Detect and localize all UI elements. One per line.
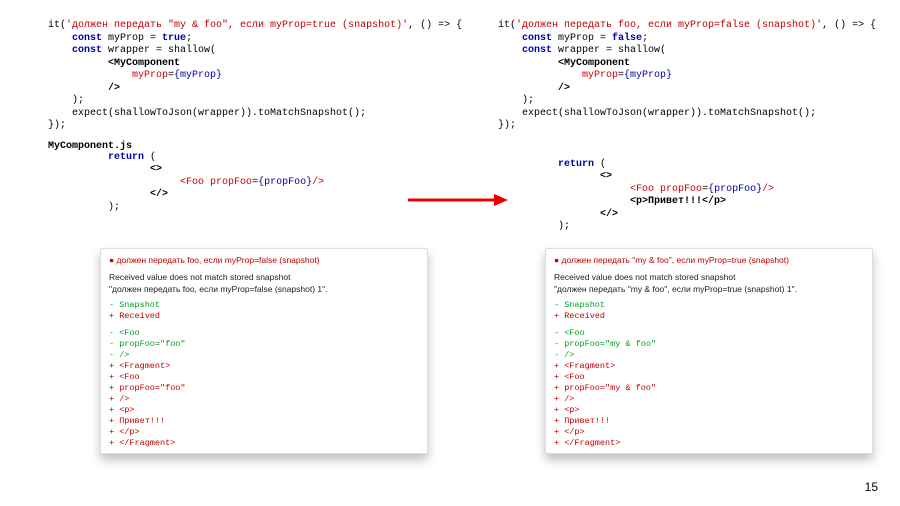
end-brace: }); <box>498 120 516 131</box>
diff-line: + propFoo="my & foo" <box>554 383 864 394</box>
kw-return: return <box>558 159 594 170</box>
kw-const: const <box>72 45 102 56</box>
snapshot-minus: - Snapshot <box>109 300 419 311</box>
diff-line: + </p> <box>109 427 419 438</box>
paren: ( <box>144 152 156 163</box>
diff-line: - propFoo="my & foo" <box>554 339 864 350</box>
extra-p-line: <p>Привет!!!</p> <box>630 196 726 207</box>
snapshot-minus: - Snapshot <box>554 300 864 311</box>
foo-close: /> <box>312 177 324 188</box>
foo-attrval: {propFoo} <box>708 184 762 195</box>
foo-close: /> <box>762 184 774 195</box>
left-test-string: 'должен передать "my & foo", если myProp… <box>66 20 408 31</box>
right-column: it('должен передать foo, если myProp=fal… <box>498 20 900 234</box>
jsx-attrval: {myProp} <box>174 70 222 81</box>
right-test-string: 'должен передать foo, если myProp=false … <box>516 20 822 31</box>
diff-line: + <Fragment> <box>554 361 864 372</box>
paren: ( <box>594 159 606 170</box>
end-paren: ); <box>108 202 120 213</box>
diff-line: - /> <box>109 350 419 361</box>
diff-line: + /> <box>109 394 419 405</box>
kw-const: const <box>522 45 552 56</box>
jsx-attr: myProp <box>582 70 618 81</box>
jsx-close: /> <box>108 83 120 94</box>
diff-line: + /> <box>554 394 864 405</box>
card-msg1: Received value does not match stored sna… <box>554 272 864 283</box>
diff-line: + </p> <box>554 427 864 438</box>
card-title: ● должен передать "my & foo", если myPro… <box>554 255 864 266</box>
diff-lines-right: - <Foo- propFoo="my & foo"- />+ <Fragmen… <box>554 328 864 449</box>
frag-open: <> <box>600 171 612 182</box>
txt: wrapper = shallow( <box>552 45 666 56</box>
diff-line: + </Fragment> <box>109 438 419 449</box>
right-snapshot-card: ● должен передать "my & foo", если myPro… <box>545 248 873 454</box>
diff-line: + Привет!!! <box>554 416 864 427</box>
frag-close: </> <box>150 189 168 200</box>
paren: ); <box>72 95 84 106</box>
diff-line: - propFoo="foo" <box>109 339 419 350</box>
slide: it('должен передать "my & foo", если myP… <box>0 0 900 506</box>
arrow-icon <box>408 192 508 208</box>
jsx-attr: myProp <box>132 70 168 81</box>
right-test-code: it('должен передать foo, если myProp=fal… <box>498 20 900 133</box>
diff-line: + <p> <box>109 405 419 416</box>
jsx-attrval: {myProp} <box>624 70 672 81</box>
kw-const: const <box>72 33 102 44</box>
foo-tag: <Foo <box>180 177 210 188</box>
expect-line: expect(shallowToJson(wrapper)).toMatchSn… <box>72 108 366 119</box>
page-number: 15 <box>865 480 878 494</box>
right-component-snippet: return ( <> <Foo propFoo={propFoo}/> <p>… <box>498 159 900 234</box>
end-paren: ); <box>558 221 570 232</box>
foo-tag: <Foo <box>630 184 660 195</box>
diff-line: + <p> <box>554 405 864 416</box>
left-test-code: it('должен передать "my & foo", если myP… <box>48 20 458 133</box>
card-msg2: "должен передать "my & foo", если myProp… <box>554 284 864 295</box>
left-column: it('должен передать "my & foo", если myP… <box>48 20 458 214</box>
card-title: ● должен передать foo, если myProp=false… <box>109 255 419 266</box>
kw-return: return <box>108 152 144 163</box>
kw-const: const <box>522 33 552 44</box>
left-snapshot-card: ● должен передать foo, если myProp=false… <box>100 248 428 454</box>
received-plus: + Received <box>554 311 864 322</box>
diff-line: + Привет!!! <box>109 416 419 427</box>
card-msg1: Received value does not match stored sna… <box>109 272 419 283</box>
txt: wrapper = shallow( <box>102 45 216 56</box>
end-brace: }); <box>48 120 66 131</box>
paren: ); <box>522 95 534 106</box>
foo-attrval: {propFoo} <box>258 177 312 188</box>
diff-line: + <Foo <box>554 372 864 383</box>
diff-lines-left: - <Foo- propFoo="foo"- />+ <Fragment>+ <… <box>109 328 419 449</box>
val-false: false <box>612 33 642 44</box>
diff-line: - <Foo <box>554 328 864 339</box>
diff-line: + <Fragment> <box>109 361 419 372</box>
diff-line: + <Foo <box>109 372 419 383</box>
txt: myProp = <box>552 33 612 44</box>
diff-line: + </Fragment> <box>554 438 864 449</box>
jsx-tag: <MyComponent <box>558 58 630 69</box>
frag-close: </> <box>600 209 618 220</box>
txt: myProp = <box>102 33 162 44</box>
foo-attr: propFoo <box>660 184 702 195</box>
jsx-tag: <MyComponent <box>108 58 180 69</box>
foo-attr: propFoo <box>210 177 252 188</box>
diff-line: + propFoo="foo" <box>109 383 419 394</box>
expect-line: expect(shallowToJson(wrapper)).toMatchSn… <box>522 108 816 119</box>
frag-open: <> <box>150 164 162 175</box>
diff-line: - /> <box>554 350 864 361</box>
val-true: true <box>162 33 186 44</box>
card-msg2: "должен передать foo, если myProp=false … <box>109 284 419 295</box>
filename-label: MyComponent.js <box>48 141 458 152</box>
diff-line: - <Foo <box>109 328 419 339</box>
received-plus: + Received <box>109 311 419 322</box>
jsx-close: /> <box>558 83 570 94</box>
left-component-snippet: return ( <> <Foo propFoo={propFoo}/> </>… <box>48 152 458 215</box>
